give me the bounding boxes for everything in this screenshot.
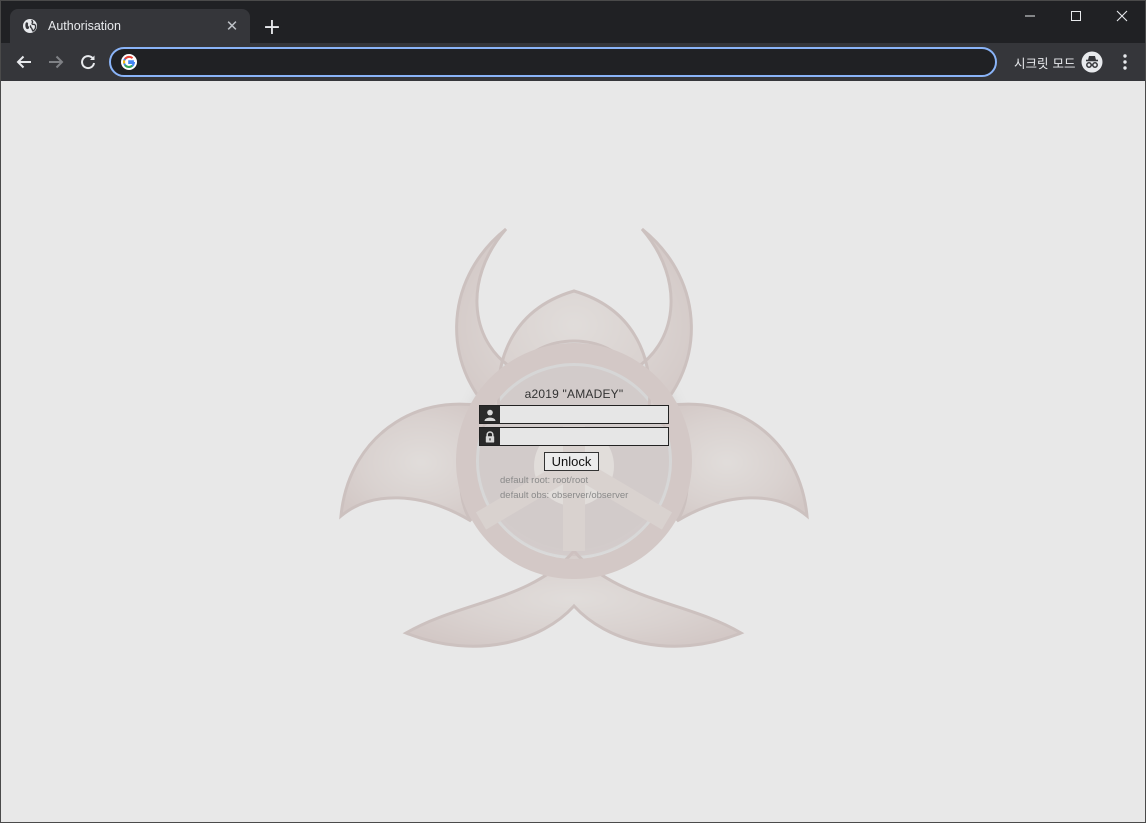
password-input[interactable]	[500, 428, 668, 445]
toolbar: 시크릿 모드	[1, 43, 1145, 81]
browser-window: Authorisation ✕ + 시크릿 모드 a2019 "AMADEY" …	[0, 0, 1146, 823]
google-g-icon	[121, 54, 137, 70]
password-field	[479, 427, 669, 446]
username-field	[479, 405, 669, 424]
close-window-button[interactable]	[1099, 1, 1145, 31]
close-icon	[1116, 10, 1128, 22]
maximize-icon	[1071, 11, 1081, 21]
lock-icon	[480, 428, 500, 445]
minimize-icon	[1025, 15, 1035, 17]
maximize-button[interactable]	[1053, 1, 1099, 31]
arrow-left-icon	[16, 55, 31, 69]
more-vert-icon	[1123, 54, 1127, 70]
globe-icon	[23, 19, 37, 33]
username-input[interactable]	[500, 406, 668, 423]
incognito-icon[interactable]	[1081, 51, 1103, 73]
hint-root: default root: root/root	[500, 475, 589, 486]
user-icon	[480, 406, 500, 423]
tab-close-icon[interactable]: ✕	[222, 16, 242, 36]
address-bar[interactable]	[109, 47, 997, 77]
forward-button[interactable]	[42, 48, 70, 76]
minimize-button[interactable]	[1007, 1, 1053, 31]
menu-button[interactable]	[1115, 52, 1135, 72]
tab-strip: Authorisation ✕ +	[1, 1, 1145, 43]
page-content: a2019 "AMADEY" Unlock default root: root…	[1, 81, 1145, 822]
reload-button[interactable]	[74, 48, 102, 76]
incognito-label: 시크릿 모드	[1014, 56, 1076, 71]
hint-observer: default obs: observer/observer	[500, 490, 629, 501]
tab-title: Authorisation	[48, 19, 121, 33]
address-input[interactable]	[145, 52, 995, 72]
arrow-right-icon	[49, 55, 64, 69]
tab-authorisation[interactable]: Authorisation ✕	[10, 9, 250, 43]
unlock-button[interactable]: Unlock	[544, 452, 599, 471]
new-tab-button[interactable]: +	[259, 15, 285, 41]
page-title: a2019 "AMADEY"	[524, 387, 624, 401]
back-button[interactable]	[10, 48, 38, 76]
reload-icon	[81, 55, 95, 70]
